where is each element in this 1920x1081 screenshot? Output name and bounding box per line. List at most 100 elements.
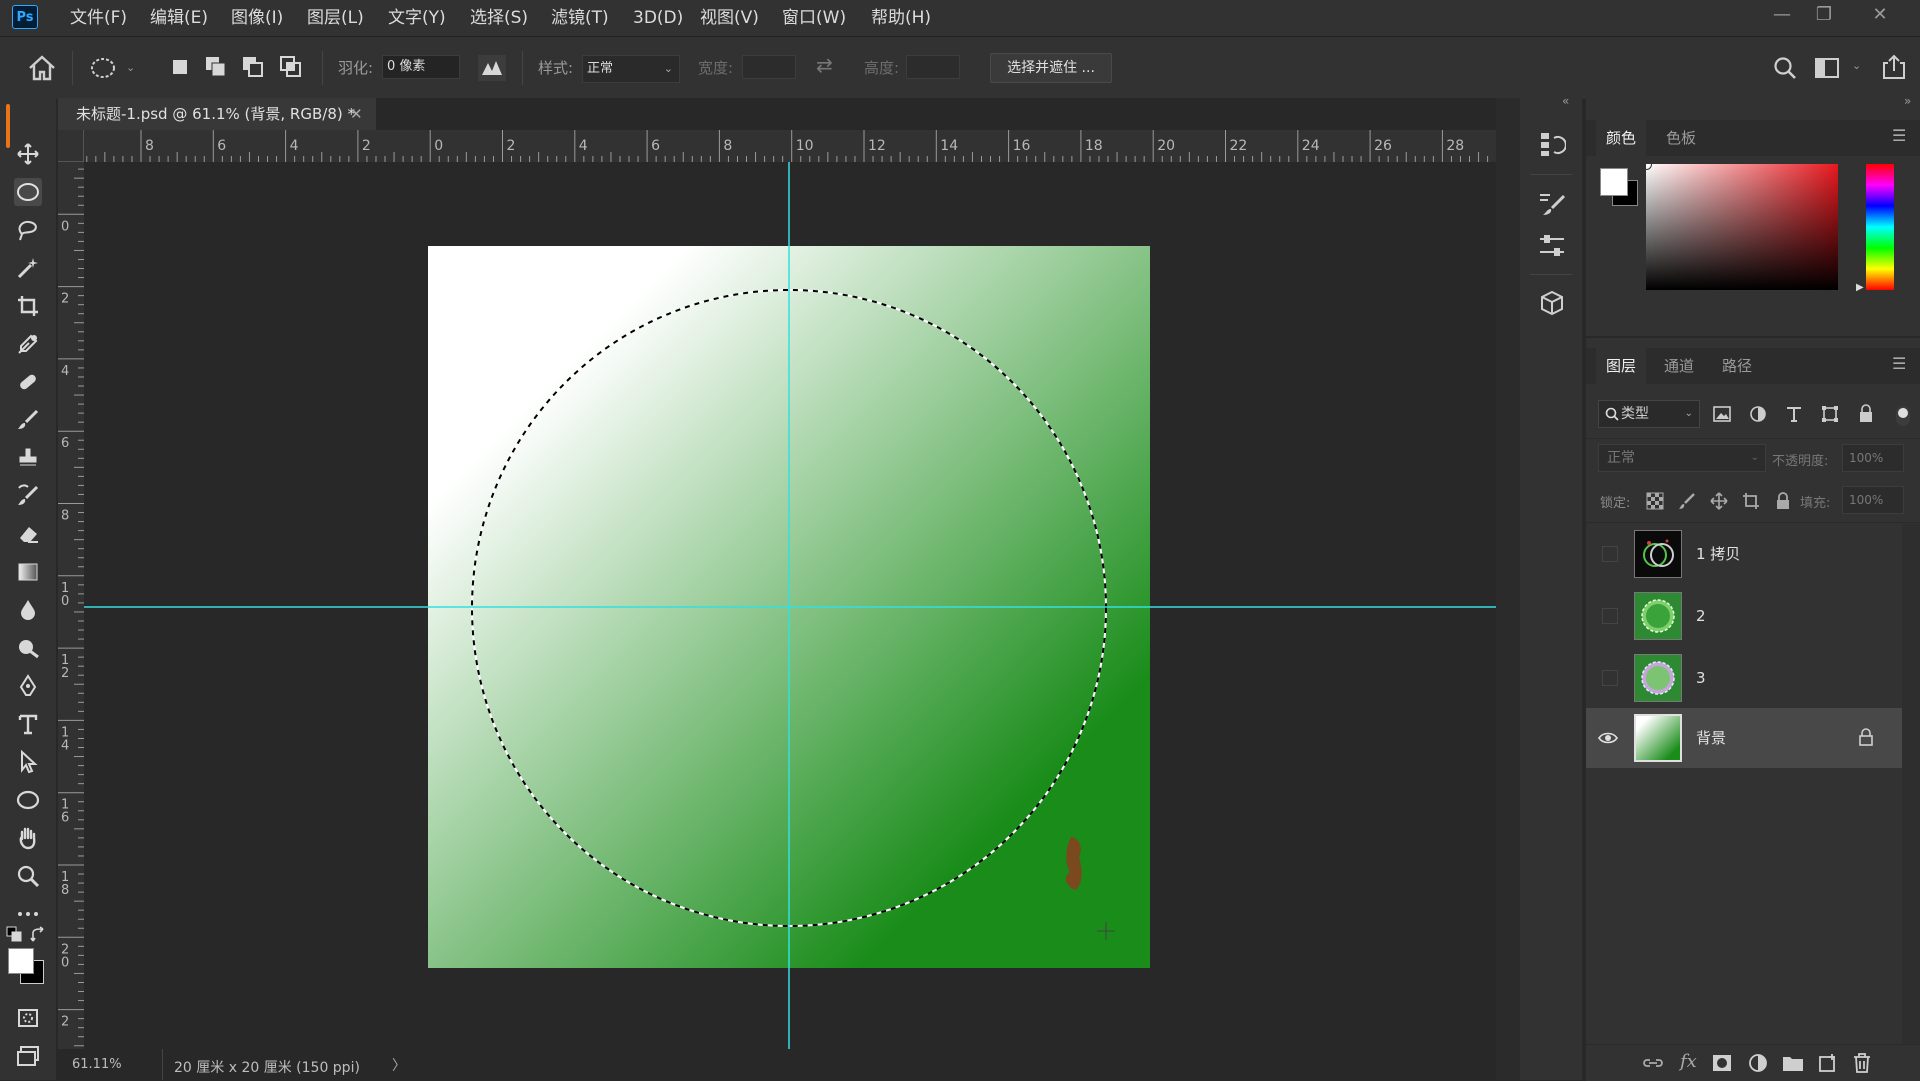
collapse-icon[interactable]: » [1904, 94, 1911, 108]
fill-input[interactable]: 100% [1842, 486, 1904, 514]
vertical-scrollbar[interactable] [1496, 98, 1520, 1080]
tab-paths[interactable]: 路径 [1712, 348, 1762, 384]
type-layer-filter-icon[interactable] [1784, 404, 1804, 424]
menu-window[interactable]: 窗口(W) [782, 0, 846, 36]
tab-color[interactable]: 颜色 [1596, 120, 1647, 156]
tab-channels[interactable]: 通道 [1654, 348, 1704, 384]
lock-artboard-icon[interactable] [1742, 492, 1760, 510]
hand-tool-icon[interactable] [14, 824, 42, 852]
path-selection-tool-icon[interactable] [14, 748, 42, 776]
eraser-tool-icon[interactable] [14, 520, 42, 548]
lasso-tool-icon[interactable] [14, 216, 42, 244]
new-selection-icon[interactable] [170, 57, 190, 77]
shape-layer-filter-icon[interactable] [1820, 404, 1840, 424]
layer-style-icon[interactable]: fx [1680, 1051, 1697, 1072]
swap-icon[interactable]: ⇄ [816, 53, 833, 77]
default-colors-icon[interactable] [6, 926, 24, 944]
blend-mode-select[interactable]: 正常 ⌄ [1598, 444, 1766, 472]
menu-file[interactable]: 文件(F) [70, 0, 127, 36]
new-adjustment-layer-icon[interactable] [1748, 1053, 1768, 1073]
eye-icon[interactable] [1598, 730, 1618, 746]
menu-type[interactable]: 文字(Y) [388, 0, 446, 36]
layer-row-1-copy[interactable]: 1 拷贝 [1586, 524, 1902, 584]
anti-alias-icon[interactable] [478, 55, 506, 81]
swap-colors-icon[interactable] [30, 926, 48, 944]
elliptical-marquee-preset-icon[interactable] [90, 55, 116, 81]
menu-view[interactable]: 视图(V) [700, 0, 759, 36]
menu-help[interactable]: 帮助(H) [871, 0, 931, 36]
move-tool-icon[interactable] [14, 140, 42, 168]
menu-edit[interactable]: 编辑(E) [150, 0, 208, 36]
tab-swatches[interactable]: 色板 [1656, 120, 1706, 156]
layers-scrollbar[interactable] [1902, 524, 1920, 1044]
foreground-color-swatch[interactable] [8, 948, 34, 974]
panel-menu-icon[interactable]: ☰ [1892, 126, 1906, 145]
brush-tool-icon[interactable] [14, 406, 42, 434]
more-tools-icon[interactable] [14, 900, 42, 928]
new-layer-icon[interactable] [1818, 1053, 1838, 1073]
style-select[interactable]: 正常 ⌄ [582, 55, 680, 83]
opacity-input[interactable]: 100% [1842, 444, 1904, 472]
intersect-selection-icon[interactable] [279, 55, 303, 79]
subtract-from-selection-icon[interactable] [241, 55, 265, 79]
pen-tool-icon[interactable] [14, 672, 42, 700]
close-tab-icon[interactable]: ✕ [350, 98, 363, 130]
eyedropper-tool-icon[interactable] [14, 330, 42, 358]
color-picker-handle[interactable] [1641, 159, 1652, 170]
close-icon[interactable]: ✕ [1860, 0, 1900, 30]
dodge-tool-icon[interactable] [14, 634, 42, 662]
layer-filter-select[interactable]: 类型 ⌄ [1598, 400, 1700, 428]
lock-position-icon[interactable] [1710, 492, 1728, 510]
collapse-icon[interactable]: « [1562, 94, 1569, 108]
quick-mask-icon[interactable] [14, 1004, 42, 1032]
crop-tool-icon[interactable] [14, 292, 42, 320]
history-brush-tool-icon[interactable] [14, 482, 42, 510]
color-field[interactable] [1641, 159, 1838, 290]
search-icon[interactable] [1772, 55, 1798, 81]
feather-input[interactable]: 0 像素 [382, 55, 460, 79]
layer-row-3[interactable]: 3 [1586, 648, 1902, 708]
ellipse-shape-tool-icon[interactable] [14, 786, 42, 814]
gradient-tool-icon[interactable] [14, 558, 42, 586]
blur-tool-icon[interactable] [14, 596, 42, 624]
menu-layer[interactable]: 图层(L) [307, 0, 364, 36]
lock-image-pixels-icon[interactable] [1678, 492, 1696, 510]
delete-layer-icon[interactable] [1852, 1052, 1872, 1074]
visibility-toggle[interactable] [1602, 546, 1618, 562]
layer-row-2[interactable]: 2 [1586, 586, 1902, 646]
document-info[interactable]: 20 厘米 x 20 厘米 (150 ppi) [174, 1057, 360, 1077]
tab-layers[interactable]: 图层 [1596, 348, 1647, 384]
hue-slider-handle[interactable]: ▶ [1856, 282, 1864, 293]
type-tool-icon[interactable] [14, 710, 42, 738]
chevron-down-icon[interactable]: ⌄ [1852, 59, 1861, 72]
chevron-down-icon[interactable]: ⌄ [126, 61, 135, 74]
zoom-level[interactable]: 61.11% [72, 1057, 122, 1072]
healing-brush-tool-icon[interactable] [14, 368, 42, 396]
adjustments-panel-icon[interactable] [1538, 232, 1566, 260]
elliptical-marquee-tool-icon[interactable] [14, 178, 42, 206]
menu-3d[interactable]: 3D(D) [633, 0, 683, 36]
minimize-icon[interactable]: — [1762, 0, 1802, 30]
brush-settings-icon[interactable] [1538, 190, 1566, 218]
pixel-layer-filter-icon[interactable] [1712, 404, 1732, 424]
ruler-origin[interactable] [58, 130, 84, 162]
menu-select[interactable]: 选择(S) [470, 0, 528, 36]
chevron-right-icon[interactable]: 〉 [392, 1055, 406, 1075]
home-icon[interactable] [28, 55, 56, 81]
width-input[interactable] [742, 55, 796, 79]
screen-mode-icon[interactable] [14, 1042, 42, 1070]
layer-row-background[interactable]: 背景 [1586, 708, 1902, 768]
document-tab[interactable]: 未标题-1.psd @ 61.1% (背景, RGB/8) * ✕ [58, 98, 376, 130]
menu-filter[interactable]: 滤镜(T) [551, 0, 609, 36]
height-input[interactable] [906, 55, 960, 79]
3d-panel-icon[interactable] [1538, 290, 1566, 318]
adjustment-layer-filter-icon[interactable] [1748, 404, 1768, 424]
menu-image[interactable]: 图像(I) [231, 0, 283, 36]
canvas-area[interactable] [84, 162, 1496, 1049]
filter-toggle[interactable] [1896, 406, 1910, 426]
link-layers-icon[interactable] [1642, 1053, 1664, 1073]
visibility-toggle[interactable] [1602, 608, 1618, 624]
document-canvas[interactable] [84, 162, 1496, 1049]
magic-wand-tool-icon[interactable] [14, 254, 42, 282]
select-and-mask-button[interactable]: 选择并遮住 ... [990, 53, 1112, 83]
